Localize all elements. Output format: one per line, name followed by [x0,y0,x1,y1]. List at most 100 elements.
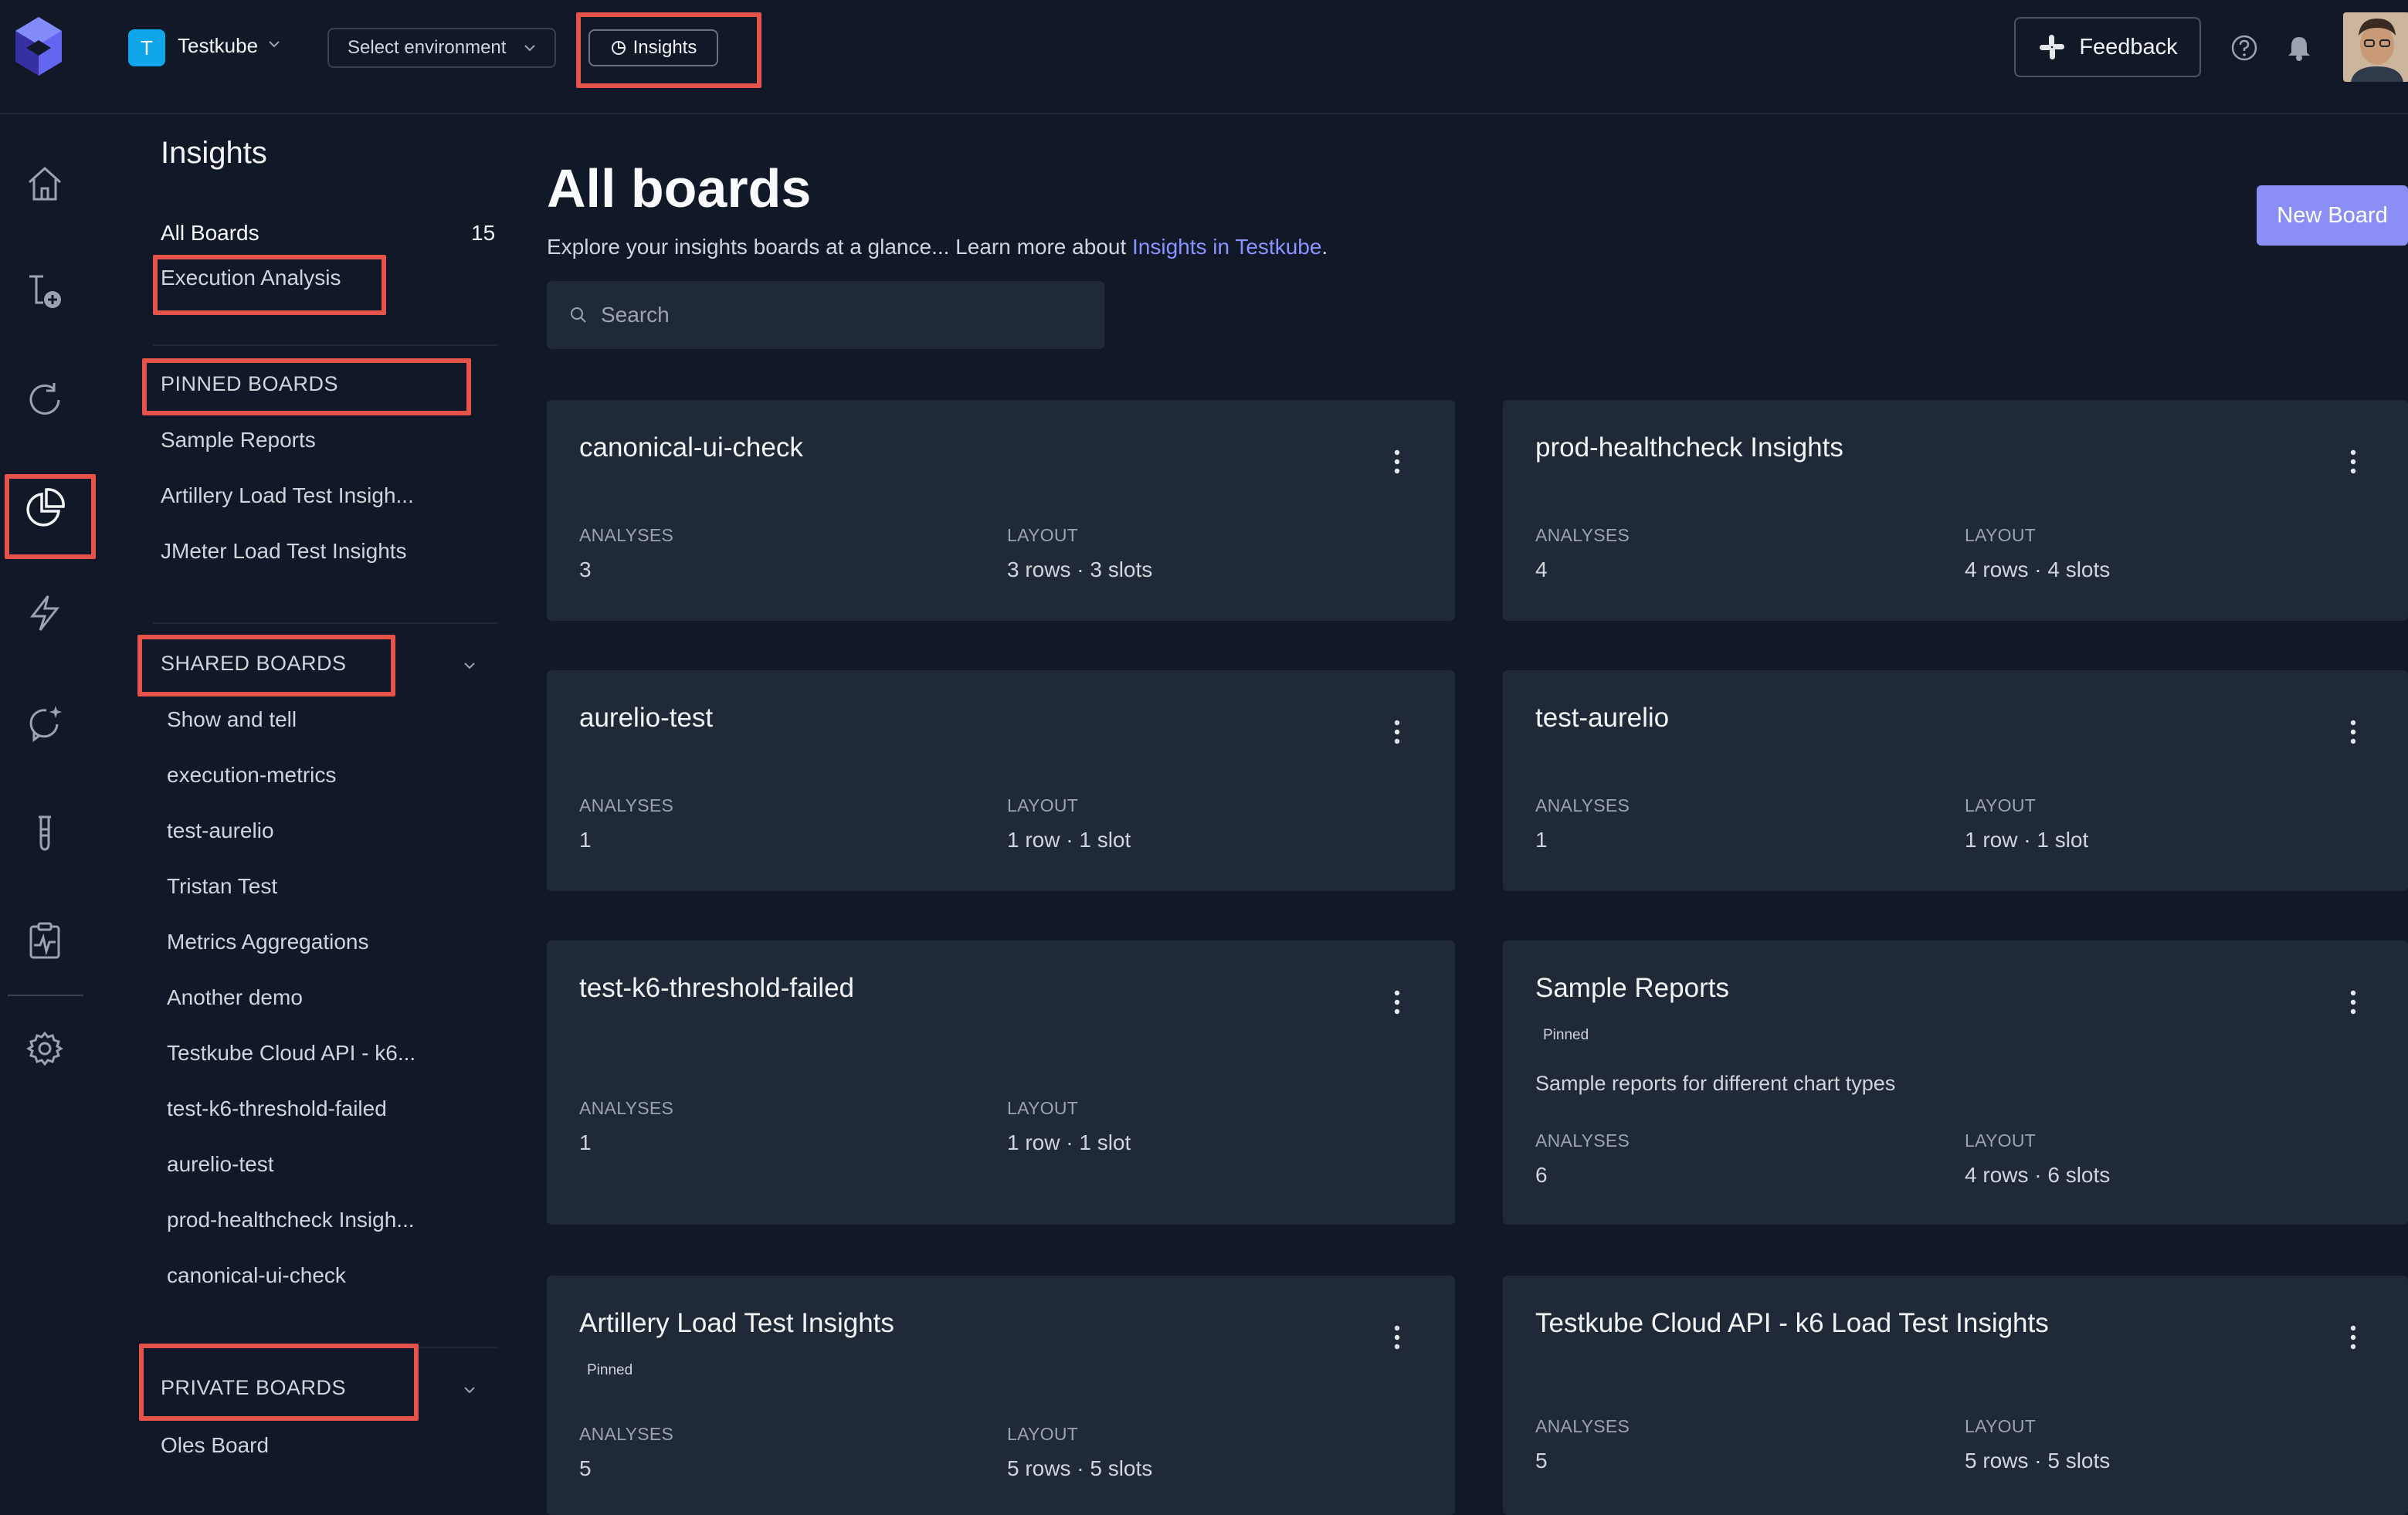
environment-select[interactable]: Select environment [327,28,556,68]
shared-boards-header[interactable]: SHARED BOARDS [161,652,347,676]
board-card[interactable]: test-aurelio ANALYSES 1 LAYOUT 1 row · 1… [1503,670,2408,891]
bell-icon[interactable] [2286,34,2312,62]
board-card[interactable]: Artillery Load Test Insights Pinned ANAL… [547,1276,1455,1515]
sidebar-divider [153,344,497,346]
chevron-down-icon[interactable] [462,1382,477,1398]
page-title: All boards [547,158,812,219]
board-card[interactable]: aurelio-test ANALYSES 1 LAYOUT 1 row · 1… [547,670,1455,891]
help-icon[interactable] [2230,34,2258,62]
board-card[interactable]: Sample Reports Pinned Sample reports for… [1503,941,2408,1225]
board-card[interactable]: canonical-ui-check ANALYSES 3 LAYOUT 3 r… [547,400,1455,621]
sidebar-item-shared[interactable]: Metrics Aggregations [167,930,368,954]
layout-label: LAYOUT [1965,795,2037,815]
layout-label: LAYOUT [1965,1416,2037,1436]
org-avatar[interactable]: T [128,29,165,66]
org-name[interactable]: Testkube [178,34,258,58]
board-card[interactable]: prod-healthcheck Insights ANALYSES 4 LAY… [1503,400,2408,621]
feedback-button[interactable]: Feedback [2014,17,2201,77]
analyses-value: 3 [579,558,592,581]
sidebar-item-shared[interactable]: Show and tell [167,707,297,732]
chevron-down-icon[interactable] [462,658,477,673]
analyses-label: ANALYSES [1535,525,1630,545]
sidebar-divider [153,1347,497,1348]
pinned-badge: Pinned [1543,1027,1589,1043]
board-card-title[interactable]: Artillery Load Test Insights [579,1308,894,1339]
analyses-value: 5 [579,1456,592,1480]
sidebar-item-pinned[interactable]: Artillery Load Test Insigh... [161,483,414,508]
board-card-title[interactable]: Testkube Cloud API - k6 Load Test Insigh… [1535,1308,2049,1339]
more-vertical-icon[interactable] [2349,1324,2357,1351]
board-card-title[interactable]: Sample Reports [1535,973,1729,1004]
analyses-value: 6 [1535,1163,1548,1187]
sidebar-item-private[interactable]: Oles Board [161,1433,269,1458]
board-card-title[interactable]: test-aurelio [1535,703,1669,734]
lightning-icon[interactable] [23,591,66,635]
user-avatar[interactable] [2343,12,2408,82]
sidebar-item-pinned[interactable]: Sample Reports [161,428,316,452]
sidebar-item-pinned[interactable]: JMeter Load Test Insights [161,539,407,564]
sidebar-item-execution-analysis[interactable]: Execution Analysis [161,266,341,290]
more-vertical-icon[interactable] [2349,718,2357,746]
private-boards-header[interactable]: PRIVATE BOARDS [161,1376,346,1400]
search-input[interactable] [599,302,1066,328]
chevron-down-icon[interactable] [266,36,283,53]
home-icon[interactable] [23,162,66,205]
more-vertical-icon[interactable] [2349,448,2357,476]
pinned-boards-header[interactable]: PINNED BOARDS [161,372,338,396]
sidebar-divider [153,622,497,624]
board-card-title[interactable]: canonical-ui-check [579,432,803,463]
pie-chart-icon [611,41,626,55]
add-workflow-icon[interactable] [23,269,66,312]
sidebar-item-shared[interactable]: test-aurelio [167,819,274,843]
board-description: Sample reports for different chart types [1535,1072,1896,1095]
layout-value: 1 row · 1 slot [1965,828,2089,852]
insights-docs-link[interactable]: Insights in Testkube [1132,235,1321,259]
refresh-icon[interactable] [23,378,66,422]
sidebar-item-all-boards[interactable]: All Boards [161,221,259,246]
layout-label: LAYOUT [1965,525,2037,545]
sidebar-item-shared[interactable]: prod-healthcheck Insigh... [167,1208,415,1232]
layout-value: 5 rows · 5 slots [1965,1449,2111,1473]
analyses-value: 1 [1535,828,1548,852]
layout-label: LAYOUT [1007,1424,1079,1444]
more-vertical-icon[interactable] [1393,718,1401,746]
more-vertical-icon[interactable] [1393,1324,1401,1351]
status-clipboard-icon[interactable] [23,919,66,962]
insights-button[interactable]: Insights [588,29,718,66]
more-vertical-icon[interactable] [2349,988,2357,1016]
layout-label: LAYOUT [1007,795,1079,815]
ai-sync-icon[interactable] [23,701,66,744]
test-tube-icon[interactable] [23,811,66,854]
board-card-title[interactable]: test-k6-threshold-failed [579,973,854,1004]
analyses-label: ANALYSES [1535,1416,1630,1436]
rail-divider [8,995,83,996]
feedback-label: Feedback [2079,34,2178,59]
sidebar-item-shared[interactable]: Another demo [167,985,303,1010]
sidebar-item-shared[interactable]: execution-metrics [167,763,336,788]
sidebar-item-shared[interactable]: test-k6-threshold-failed [167,1096,387,1121]
slack-icon [2040,35,2065,59]
sidebar-item-shared[interactable]: Tristan Test [167,874,277,899]
analyses-label: ANALYSES [579,525,674,545]
more-vertical-icon[interactable] [1393,448,1401,476]
analyses-value: 1 [579,828,592,852]
sidebar-item-shared[interactable]: aurelio-test [167,1152,274,1177]
search-box[interactable] [547,281,1104,349]
board-card[interactable]: Testkube Cloud API - k6 Load Test Insigh… [1503,1276,2408,1515]
board-card-title[interactable]: aurelio-test [579,703,713,734]
sidebar-item-shared[interactable]: canonical-ui-check [167,1263,346,1288]
search-icon [571,307,586,323]
new-board-button[interactable]: New Board [2257,185,2408,246]
sidebar-item-shared[interactable]: Testkube Cloud API - k6... [167,1041,415,1066]
insights-pie-icon[interactable] [23,486,66,530]
more-vertical-icon[interactable] [1393,988,1401,1016]
testkube-logo-icon[interactable] [11,14,66,79]
analyses-label: ANALYSES [1535,795,1630,815]
board-card[interactable]: test-k6-threshold-failed ANALYSES 1 LAYO… [547,941,1455,1225]
gear-icon[interactable] [23,1027,66,1070]
user-photo [2343,12,2408,82]
analyses-label: ANALYSES [579,795,674,815]
layout-value: 1 row · 1 slot [1007,1130,1131,1154]
layout-value: 4 rows · 4 slots [1965,558,2111,581]
board-card-title[interactable]: prod-healthcheck Insights [1535,432,1843,463]
